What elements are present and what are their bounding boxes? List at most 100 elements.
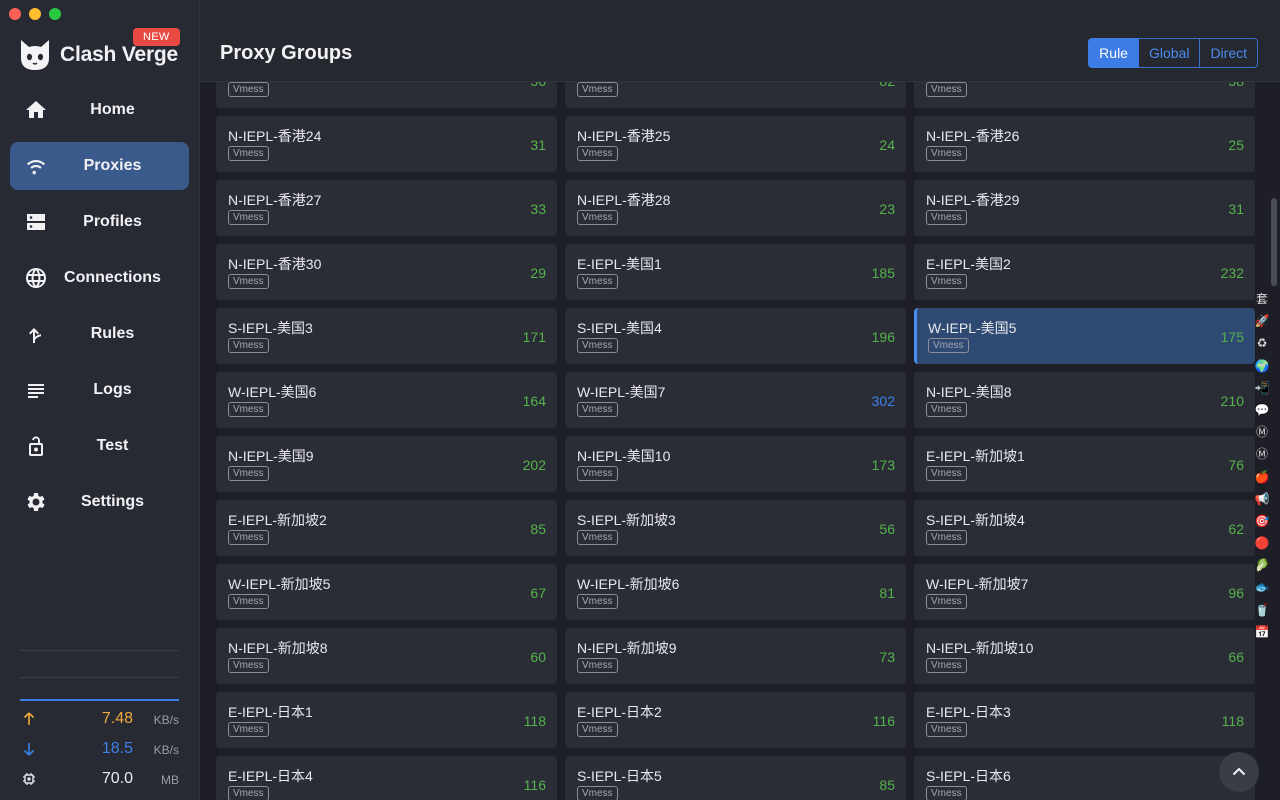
proxy-card[interactable]: Vmess 56 (216, 82, 557, 108)
proxy-card[interactable]: E-IEPL-新加坡2 Vmess 85 (216, 500, 557, 556)
proxy-card[interactable]: E-IEPL-日本1 Vmess 118 (216, 692, 557, 748)
dock-app-icon[interactable]: 🌍 (1253, 355, 1271, 377)
proxy-card[interactable]: N-IEPL-美国10 Vmess 173 (565, 436, 906, 492)
proxy-card[interactable]: W-IEPL-新加坡7 Vmess 96 (914, 564, 1255, 620)
proxy-delay[interactable]: 173 (872, 457, 895, 473)
proxy-delay[interactable]: 82 (879, 82, 895, 89)
proxy-card[interactable]: Vmess 58 (914, 82, 1255, 108)
proxy-card[interactable]: S-IEPL-美国3 Vmess 171 (216, 308, 557, 364)
dock-app-icon[interactable]: 📲 (1253, 377, 1271, 399)
nav-item-connections[interactable]: Connections (10, 254, 189, 302)
proxy-card[interactable]: N-IEPL-香港25 Vmess 24 (565, 116, 906, 172)
proxy-card[interactable]: S-IEPL-新加坡3 Vmess 56 (565, 500, 906, 556)
proxy-delay[interactable]: 85 (879, 777, 895, 793)
proxy-card[interactable]: N-IEPL-香港26 Vmess 25 (914, 116, 1255, 172)
proxy-delay[interactable]: 85 (530, 521, 546, 537)
proxy-delay[interactable]: 24 (879, 137, 895, 153)
proxy-card[interactable]: Vmess 82 (565, 82, 906, 108)
nav-item-home[interactable]: Home (10, 86, 189, 134)
proxy-delay[interactable]: 23 (879, 201, 895, 217)
mode-rule-button[interactable]: Rule (1088, 38, 1139, 68)
nav-item-profiles[interactable]: Profiles (10, 198, 189, 246)
proxy-delay[interactable]: 73 (879, 649, 895, 665)
proxy-card[interactable]: N-IEPL-香港30 Vmess 29 (216, 244, 557, 300)
dock-app-icon[interactable]: 🚀 (1253, 310, 1271, 332)
proxy-delay[interactable]: 58 (1228, 82, 1244, 89)
proxy-card[interactable]: W-IEPL-美国7 Vmess 302 (565, 372, 906, 428)
dock-app-icon[interactable]: 🥤 (1253, 599, 1271, 621)
close-window-button[interactable] (9, 8, 21, 20)
proxy-delay[interactable]: 202 (523, 457, 546, 473)
proxy-card[interactable]: N-IEPL-香港24 Vmess 31 (216, 116, 557, 172)
proxy-delay[interactable]: 76 (1228, 457, 1244, 473)
proxy-delay[interactable]: 232 (1221, 265, 1244, 281)
proxy-card[interactable]: N-IEPL-新加坡8 Vmess 60 (216, 628, 557, 684)
proxy-delay[interactable]: 185 (872, 265, 895, 281)
proxy-card[interactable]: W-IEPL-新加坡6 Vmess 81 (565, 564, 906, 620)
dock-app-icon[interactable]: 🍎 (1253, 466, 1271, 488)
proxy-delay[interactable]: 118 (1222, 713, 1244, 729)
proxy-card[interactable]: E-IEPL-日本2 Vmess 116 (565, 692, 906, 748)
proxy-delay[interactable]: 118 (524, 713, 546, 729)
proxy-card[interactable]: E-IEPL-新加坡1 Vmess 76 (914, 436, 1255, 492)
proxy-delay[interactable]: 33 (530, 201, 546, 217)
nav-item-settings[interactable]: Settings (10, 478, 189, 526)
proxy-delay[interactable]: 164 (523, 393, 546, 409)
proxy-card[interactable]: S-IEPL-日本6Vmess90 (914, 756, 1255, 800)
proxy-delay[interactable]: 81 (879, 585, 895, 601)
proxy-delay[interactable]: 66 (1228, 649, 1244, 665)
proxy-delay[interactable]: 31 (530, 137, 546, 153)
nav-item-proxies[interactable]: Proxies (10, 142, 189, 190)
scrollbar-thumb[interactable] (1271, 198, 1277, 286)
dock-app-icon[interactable]: 🥬 (1253, 554, 1271, 576)
dock-app-icon[interactable]: 🔴 (1253, 532, 1271, 554)
proxy-delay[interactable]: 25 (1228, 137, 1244, 153)
proxy-delay[interactable]: 67 (530, 585, 546, 601)
proxy-delay[interactable]: 171 (523, 329, 546, 345)
proxy-delay[interactable]: 175 (1221, 329, 1244, 345)
dock-app-icon[interactable]: Ⓜ (1253, 443, 1271, 465)
proxy-delay[interactable]: 96 (1228, 585, 1244, 601)
proxy-card[interactable]: N-IEPL-香港28 Vmess 23 (565, 180, 906, 236)
mode-global-button[interactable]: Global (1138, 38, 1201, 68)
proxy-card[interactable]: W-IEPL-美国6 Vmess 164 (216, 372, 557, 428)
dock-app-icon[interactable]: 🐟 (1253, 576, 1271, 598)
proxy-delay[interactable]: 56 (530, 82, 546, 89)
proxy-delay[interactable]: 56 (879, 521, 895, 537)
proxy-card[interactable]: S-IEPL-新加坡4 Vmess 62 (914, 500, 1255, 556)
proxy-delay[interactable]: 210 (1221, 393, 1244, 409)
proxy-card[interactable]: N-IEPL-新加坡10 Vmess 66 (914, 628, 1255, 684)
dock-app-icon[interactable]: 🎯 (1253, 510, 1271, 532)
mode-direct-button[interactable]: Direct (1200, 38, 1258, 68)
proxy-card[interactable]: N-IEPL-美国8 Vmess 210 (914, 372, 1255, 428)
proxy-delay[interactable]: 116 (524, 777, 546, 793)
proxy-delay[interactable]: 116 (873, 713, 895, 729)
proxy-delay[interactable]: 196 (872, 329, 895, 345)
dock-app-icon[interactable]: 💬 (1253, 399, 1271, 421)
proxy-card[interactable]: E-IEPL-美国2 Vmess 232 (914, 244, 1255, 300)
proxy-delay[interactable]: 29 (530, 265, 546, 281)
proxy-card[interactable]: E-IEPL-美国1 Vmess 185 (565, 244, 906, 300)
proxy-card[interactable]: N-IEPL-香港27 Vmess 33 (216, 180, 557, 236)
proxy-card[interactable]: S-IEPL-美国4 Vmess 196 (565, 308, 906, 364)
proxy-delay[interactable]: 62 (1228, 521, 1244, 537)
dock-app-icon[interactable]: 套 (1253, 288, 1271, 310)
proxy-card[interactable]: N-IEPL-新加坡9 Vmess 73 (565, 628, 906, 684)
dock-app-icon[interactable]: 📅 (1253, 621, 1271, 643)
nav-item-logs[interactable]: Logs (10, 366, 189, 414)
proxy-card[interactable]: W-IEPL-美国5 Vmess 175 (914, 308, 1255, 364)
proxy-card[interactable]: S-IEPL-日本5 Vmess 85 (565, 756, 906, 800)
scroll-to-top-button[interactable] (1219, 752, 1259, 792)
dock-app-icon[interactable]: Ⓜ (1253, 421, 1271, 443)
minimize-window-button[interactable] (29, 8, 41, 20)
proxy-delay[interactable]: 60 (530, 649, 546, 665)
proxy-card[interactable]: N-IEPL-香港29 Vmess 31 (914, 180, 1255, 236)
proxy-card[interactable]: E-IEPL-日本4 Vmess 116 (216, 756, 557, 800)
dock-app-icon[interactable]: 📢 (1253, 488, 1271, 510)
nav-item-test[interactable]: Test (10, 422, 189, 470)
proxy-card[interactable]: N-IEPL-美国9 Vmess 202 (216, 436, 557, 492)
nav-item-rules[interactable]: Rules (10, 310, 189, 358)
proxy-card[interactable]: E-IEPL-日本3 Vmess 118 (914, 692, 1255, 748)
proxy-delay[interactable]: 31 (1228, 201, 1244, 217)
dock-app-icon[interactable]: ♻ (1253, 332, 1271, 354)
